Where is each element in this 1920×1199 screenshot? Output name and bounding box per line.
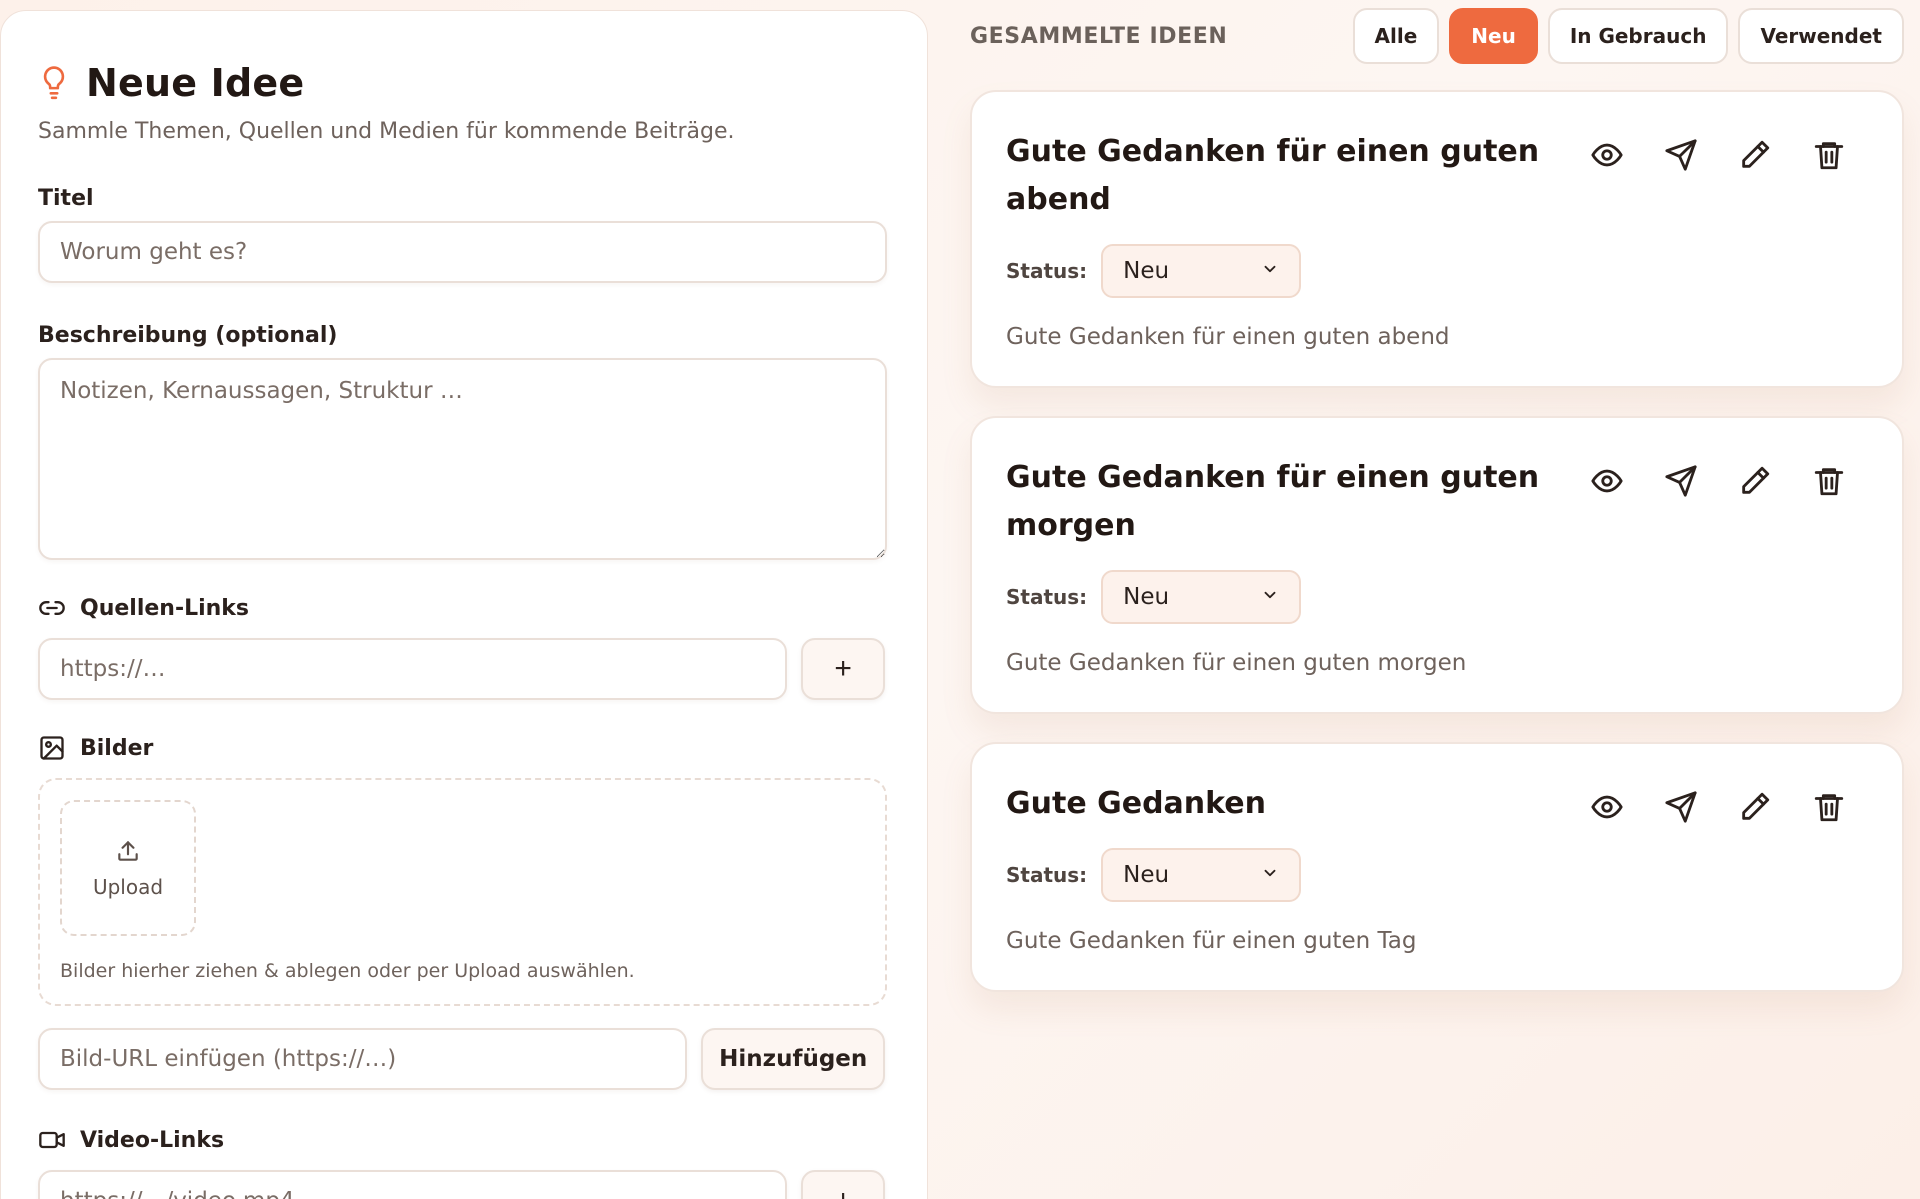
beschreibung-textarea[interactable]: [38, 358, 887, 560]
idea-card: Gute Gedanken Status: Neu Gute Gedanken …: [970, 742, 1904, 992]
image-dropzone[interactable]: Upload Bilder hierher ziehen & ablegen o…: [38, 778, 887, 1006]
bilder-heading: Bilder: [38, 734, 885, 762]
upload-icon: [115, 838, 141, 869]
dropzone-hint: Bilder hierher ziehen & ablegen oder per…: [60, 960, 635, 982]
status-label: Status:: [1006, 259, 1088, 283]
status-row: Status: Neu: [1006, 570, 1868, 624]
eye-icon[interactable]: [1590, 790, 1624, 824]
chevron-down-icon: [1261, 258, 1279, 284]
idea-actions: [1590, 138, 1846, 172]
page-subtitle: Sammle Themen, Quellen und Medien für ko…: [38, 119, 735, 144]
beschreibung-label: Beschreibung (optional): [38, 323, 338, 348]
add-image-url-button[interactable]: Hinzufügen: [701, 1028, 885, 1090]
pencil-icon[interactable]: [1738, 464, 1772, 498]
status-select[interactable]: Neu: [1101, 244, 1302, 298]
status-filter-group: Alle Neu In Gebrauch Verwendet: [1352, 8, 1904, 64]
status-select[interactable]: Neu: [1101, 570, 1302, 624]
filter-in-gebrauch[interactable]: In Gebrauch: [1547, 8, 1729, 64]
video-links-heading: Video-Links: [38, 1126, 885, 1154]
video-links-label: Video-Links: [80, 1127, 225, 1153]
idea-title: Gute Gedanken für einen guten morgen: [1006, 460, 1540, 543]
trash-icon[interactable]: [1812, 138, 1846, 172]
ideas-header: GESAMMELTE IDEEN Alle Neu In Gebrauch Ve…: [970, 8, 1904, 64]
image-url-input[interactable]: [38, 1028, 688, 1090]
eye-icon[interactable]: [1590, 464, 1624, 498]
trash-icon[interactable]: [1812, 790, 1846, 824]
titel-label: Titel: [38, 186, 94, 211]
lightbulb-icon: [38, 65, 70, 101]
idea-card: Gute Gedanken für einen guten abend Stat…: [970, 90, 1904, 388]
trash-icon[interactable]: [1812, 464, 1846, 498]
ideas-list: Gute Gedanken für einen guten abend Stat…: [970, 90, 1904, 1020]
status-value: Neu: [1123, 584, 1170, 610]
status-label: Status:: [1006, 863, 1088, 887]
idea-description: Gute Gedanken für einen guten abend: [1006, 324, 1450, 350]
page-title: Neue Idee: [86, 61, 305, 105]
new-idea-form: Neue Idee Sammle Themen, Quellen und Med…: [0, 10, 928, 1199]
send-icon[interactable]: [1664, 464, 1698, 498]
video-icon: [38, 1126, 66, 1154]
titel-input[interactable]: [38, 221, 887, 283]
upload-label: Upload: [92, 874, 164, 899]
app-page: Neue Idee Sammle Themen, Quellen und Med…: [0, 0, 1920, 1199]
filter-verwendet[interactable]: Verwendet: [1738, 8, 1904, 64]
bilder-label: Bilder: [80, 735, 154, 761]
link-input[interactable]: [38, 638, 788, 700]
status-label: Status:: [1006, 585, 1088, 609]
status-select[interactable]: Neu: [1101, 848, 1302, 902]
idea-title: Gute Gedanken für einen guten abend: [1006, 134, 1540, 217]
form-title-row: Neue Idee: [38, 61, 885, 105]
quellen-links-label: Quellen-Links: [80, 595, 250, 621]
video-input-row: +: [38, 1170, 885, 1199]
chevron-down-icon: [1261, 862, 1279, 888]
ideas-heading: GESAMMELTE IDEEN: [970, 23, 1228, 49]
filter-neu[interactable]: Neu: [1449, 8, 1538, 64]
add-video-button[interactable]: +: [801, 1170, 885, 1199]
filter-alle[interactable]: Alle: [1352, 8, 1440, 64]
video-link-input[interactable]: [38, 1170, 788, 1199]
link-input-row: +: [38, 638, 885, 700]
idea-actions: [1590, 790, 1846, 824]
image-icon: [38, 734, 66, 762]
status-value: Neu: [1123, 862, 1170, 888]
upload-button[interactable]: Upload: [60, 800, 196, 936]
eye-icon[interactable]: [1590, 138, 1624, 172]
chevron-down-icon: [1261, 584, 1279, 610]
send-icon[interactable]: [1664, 138, 1698, 172]
idea-description: Gute Gedanken für einen guten Tag: [1006, 928, 1417, 954]
pencil-icon[interactable]: [1738, 138, 1772, 172]
link-icon: [38, 594, 66, 622]
idea-description: Gute Gedanken für einen guten morgen: [1006, 650, 1467, 676]
idea-title: Gute Gedanken: [1006, 786, 1267, 821]
idea-actions: [1590, 464, 1846, 498]
status-row: Status: Neu: [1006, 244, 1868, 298]
quellen-links-heading: Quellen-Links: [38, 594, 885, 622]
pencil-icon[interactable]: [1738, 790, 1772, 824]
image-url-row: Hinzufügen: [38, 1028, 885, 1090]
status-value: Neu: [1123, 258, 1170, 284]
add-link-button[interactable]: +: [801, 638, 885, 700]
idea-card: Gute Gedanken für einen guten morgen Sta…: [970, 416, 1904, 714]
status-row: Status: Neu: [1006, 848, 1868, 902]
send-icon[interactable]: [1664, 790, 1698, 824]
